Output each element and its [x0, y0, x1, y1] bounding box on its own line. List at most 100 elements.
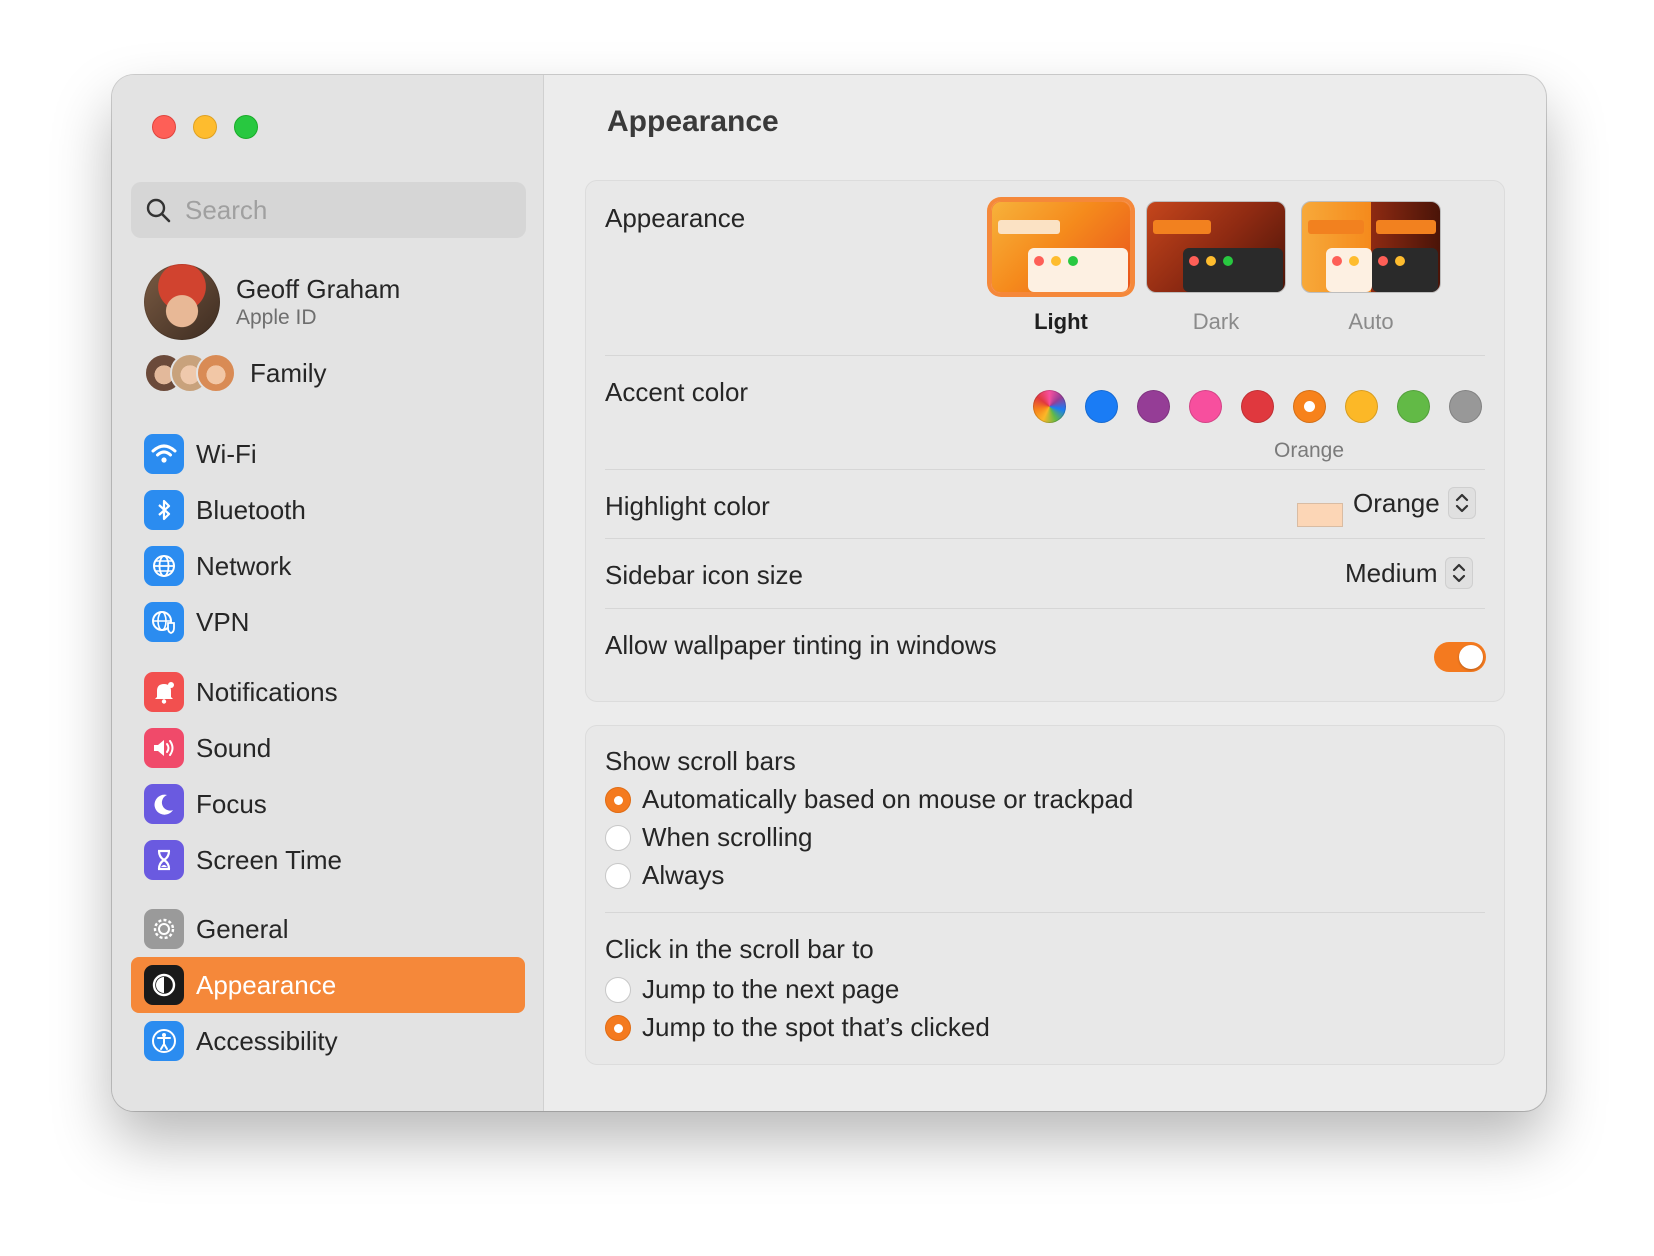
- close-window-button[interactable]: [152, 115, 176, 139]
- sidebar-item-bluetooth[interactable]: Bluetooth: [131, 482, 525, 538]
- radio-label: Automatically based on mouse or trackpad: [642, 784, 1134, 814]
- sidebar-item-label: Accessibility: [196, 1025, 338, 1056]
- wifi-icon: [144, 434, 184, 474]
- theme-auto-option[interactable]: Auto: [1296, 201, 1446, 335]
- sidebar-item-network[interactable]: Network: [131, 538, 525, 594]
- sidebar-group-network: Wi-Fi Bluetooth Network VPN: [131, 426, 525, 650]
- search-field[interactable]: [131, 182, 526, 238]
- chevron-up-down-icon: [1447, 487, 1476, 519]
- theme-dark-option[interactable]: Dark: [1141, 201, 1291, 335]
- hourglass-icon: [144, 840, 184, 880]
- sidebar-item-label: Wi-Fi: [196, 438, 257, 469]
- radio-button[interactable]: [605, 976, 631, 1003]
- click-next-page-option[interactable]: Jump to the next page: [605, 974, 899, 1005]
- accent-graphite-swatch[interactable]: [1449, 390, 1482, 423]
- family-label: Family: [250, 357, 327, 388]
- accent-orange-swatch[interactable]: [1293, 390, 1326, 423]
- maximize-window-button[interactable]: [234, 115, 258, 139]
- appearance-settings-card: Appearance Light Dark Auto Accent color …: [585, 180, 1505, 702]
- wallpaper-tinting-label: Allow wallpaper tinting in windows: [605, 630, 997, 660]
- sidebar-icon-size-value: Medium: [1345, 557, 1438, 588]
- sidebar-item-label: Focus: [196, 788, 267, 819]
- highlight-color-label: Highlight color: [605, 491, 770, 521]
- sidebar-group-system: General Appearance Accessibility: [131, 901, 525, 1069]
- sidebar-item-wifi[interactable]: Wi-Fi: [131, 426, 525, 482]
- bell-icon: [144, 672, 184, 712]
- minimize-window-button[interactable]: [193, 115, 217, 139]
- globe-icon: [144, 546, 184, 586]
- accent-color-swatches: [1033, 390, 1482, 423]
- accessibility-icon: [144, 1021, 184, 1061]
- window-controls: [152, 115, 258, 139]
- wallpaper-tinting-toggle[interactable]: [1434, 642, 1486, 672]
- sidebar-item-appearance[interactable]: Appearance: [131, 957, 525, 1013]
- sidebar-item-label: VPN: [196, 606, 250, 637]
- accent-green-swatch[interactable]: [1397, 390, 1430, 423]
- radio-label: Jump to the next page: [642, 974, 900, 1004]
- scroll-bars-auto-option[interactable]: Automatically based on mouse or trackpad: [605, 784, 1133, 815]
- sidebar-item-label: Bluetooth: [196, 494, 306, 525]
- accent-selected-name: Orange: [1274, 439, 1345, 462]
- sidebar-item-sound[interactable]: Sound: [131, 720, 525, 776]
- page-title: Appearance: [607, 105, 779, 138]
- accent-color-label: Accent color: [605, 377, 749, 407]
- theme-dark-label: Dark: [1192, 309, 1240, 334]
- sidebar-item-focus[interactable]: Focus: [131, 776, 525, 832]
- sidebar-item-accessibility[interactable]: Accessibility: [131, 1013, 525, 1069]
- search-icon: [146, 198, 171, 223]
- main-content: Appearance Appearance Light Dark Auto Ac…: [544, 75, 1546, 1111]
- click-spot-option[interactable]: Jump to the spot that’s clicked: [605, 1012, 990, 1043]
- highlight-color-swatch: [1297, 503, 1343, 527]
- sidebar-item-screen-time[interactable]: Screen Time: [131, 832, 525, 888]
- theme-light-label: Light: [1034, 309, 1088, 334]
- divider: [605, 608, 1485, 609]
- accent-red-swatch[interactable]: [1241, 390, 1274, 423]
- gear-icon: [144, 909, 184, 949]
- settings-window: Geoff Graham Apple ID Family Wi-Fi: [112, 75, 1546, 1111]
- sidebar-item-vpn[interactable]: VPN: [131, 594, 525, 650]
- scroll-bars-always-option[interactable]: Always: [605, 860, 724, 891]
- moon-icon: [144, 784, 184, 824]
- sidebar-item-label: Sound: [196, 732, 272, 763]
- speaker-icon: [144, 728, 184, 768]
- click-scroll-bar-label: Click in the scroll bar to: [605, 934, 874, 964]
- sidebar-group-alerts: Notifications Sound Focus Screen Time: [131, 664, 525, 888]
- scroll-bars-scrolling-option[interactable]: When scrolling: [605, 822, 813, 853]
- search-input[interactable]: [185, 194, 505, 226]
- show-scroll-bars-label: Show scroll bars: [605, 746, 796, 776]
- sidebar-item-general[interactable]: General: [131, 901, 525, 957]
- scroll-settings-card: Show scroll bars Automatically based on …: [585, 725, 1505, 1065]
- accent-yellow-swatch[interactable]: [1345, 390, 1378, 423]
- sidebar-item-label: Screen Time: [196, 844, 342, 875]
- radio-button[interactable]: [605, 824, 631, 851]
- bluetooth-icon: [144, 490, 184, 530]
- accent-blue-swatch[interactable]: [1085, 390, 1118, 423]
- sidebar-icon-size-label: Sidebar icon size: [605, 560, 803, 590]
- sidebar-item-label: Network: [196, 550, 292, 581]
- accent-multicolor-swatch[interactable]: [1033, 390, 1066, 423]
- accent-purple-swatch[interactable]: [1137, 390, 1170, 423]
- radio-label: Always: [642, 860, 725, 890]
- light-theme-preview: [991, 201, 1131, 293]
- sidebar-icon-size-popup[interactable]: Medium: [1345, 557, 1474, 589]
- account-subtitle: Apple ID: [236, 306, 317, 329]
- theme-auto-label: Auto: [1348, 309, 1394, 334]
- radio-label: Jump to the spot that’s clicked: [642, 1012, 990, 1042]
- divider: [605, 912, 1485, 913]
- theme-light-option[interactable]: Light: [986, 201, 1136, 335]
- dark-theme-preview: [1146, 201, 1286, 293]
- avatar: [144, 264, 220, 340]
- radio-label: When scrolling: [642, 822, 813, 852]
- sidebar-item-notifications[interactable]: Notifications: [131, 664, 525, 720]
- family-avatars: [144, 353, 236, 393]
- radio-button[interactable]: [605, 862, 631, 889]
- accent-pink-swatch[interactable]: [1189, 390, 1222, 423]
- auto-theme-preview: [1301, 201, 1441, 293]
- apple-id-account[interactable]: Geoff Graham Apple ID: [144, 264, 400, 340]
- radio-button[interactable]: [605, 1014, 631, 1041]
- family-item[interactable]: Family: [144, 353, 327, 393]
- vpn-icon: [144, 602, 184, 642]
- highlight-color-popup[interactable]: Orange: [1353, 487, 1476, 519]
- radio-button[interactable]: [605, 786, 631, 813]
- highlight-color-value: Orange: [1353, 487, 1440, 518]
